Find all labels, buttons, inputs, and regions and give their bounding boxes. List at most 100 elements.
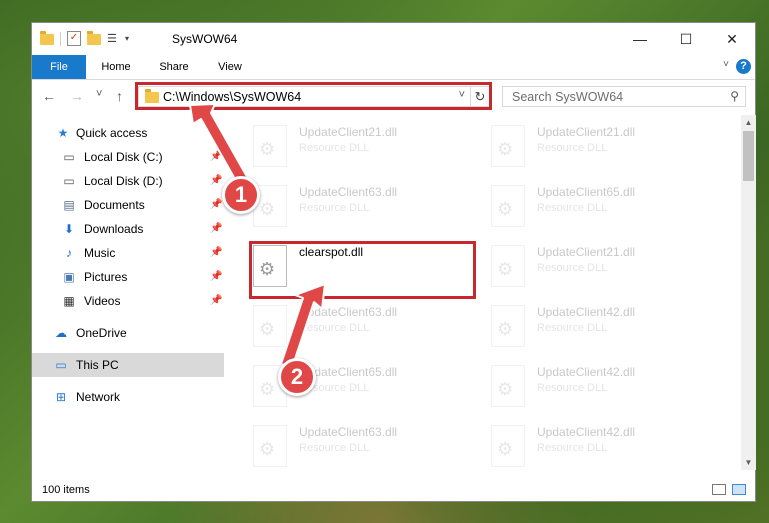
documents-icon: ▤ — [63, 198, 75, 212]
pin-icon[interactable]: 📌 — [210, 289, 222, 313]
dll-file-icon — [253, 425, 287, 467]
file-item[interactable]: UpdateClient21.dll Resource DLL — [225, 119, 455, 175]
chevron-down-icon[interactable]: ▾ — [125, 33, 137, 45]
address-highlight-box — [135, 82, 492, 110]
dll-file-icon — [491, 425, 525, 467]
item-count: 100 items — [42, 484, 90, 496]
downloads-icon: ⬇ — [63, 222, 75, 236]
forward-button[interactable]: → — [70, 88, 84, 104]
file-name: UpdateClient63.dll — [299, 185, 398, 199]
step-2-badge: 2 — [278, 358, 316, 396]
file-name: UpdateClient63.dll — [299, 305, 398, 319]
file-item[interactable]: UpdateClient42.dll Resource DLL — [463, 419, 693, 470]
file-list: UpdateClient21.dll Resource DLL UpdateCl… — [225, 115, 740, 470]
sidebar-item-network[interactable]: ⊞ Network — [32, 385, 224, 409]
file-name: UpdateClient65.dll — [537, 185, 636, 199]
sidebar-item-label: Local Disk (C:) — [84, 150, 163, 164]
file-name: UpdateClient21.dll — [537, 245, 636, 259]
file-highlight-box — [249, 241, 476, 299]
dll-file-icon — [491, 185, 525, 227]
close-button[interactable]: ✕ — [709, 23, 755, 55]
scroll-down-icon[interactable]: ▼ — [741, 455, 756, 470]
file-name: UpdateClient63.dll — [299, 425, 398, 439]
ribbon-tabs: File Home Share View ˅ ? — [32, 55, 755, 80]
sidebar-item-local-disk-c[interactable]: ▭ Local Disk (C:) 📌 — [32, 145, 224, 169]
pin-icon[interactable]: 📌 — [210, 265, 222, 289]
file-type: Resource DLL — [299, 322, 370, 334]
file-item[interactable]: UpdateClient63.dll Resource DLL — [225, 419, 455, 470]
file-type: Resource DLL — [537, 142, 608, 154]
tab-home[interactable]: Home — [90, 55, 142, 79]
file-type: Resource DLL — [299, 442, 370, 454]
sidebar-item-videos[interactable]: ▦ Videos 📌 — [32, 289, 224, 313]
file-type: Resource DLL — [299, 142, 370, 154]
pin-icon[interactable]: 📌 — [210, 169, 222, 193]
sidebar-item-label: Downloads — [84, 222, 144, 236]
navigation-bar: ← → ˅ ↑ C:\Windows\SysWOW64 ˅ ↻ Search S… — [32, 80, 755, 114]
step-1-badge: 1 — [222, 176, 260, 214]
maximize-button[interactable]: ☐ — [663, 23, 709, 55]
sidebar-item-label: Documents — [84, 198, 145, 212]
sidebar-item-quick-access[interactable]: ★ Quick access — [32, 121, 224, 145]
file-type: Resource DLL — [537, 322, 608, 334]
pin-icon[interactable]: 📌 — [210, 217, 222, 241]
large-icons-view-icon[interactable] — [732, 484, 746, 495]
customize-toolbar-icon[interactable]: ☰ — [107, 33, 119, 45]
explorer-window: ✓ ☰ ▾ SysWOW64 — ☐ ✕ File Home Share Vie… — [31, 22, 756, 502]
tab-share[interactable]: Share — [148, 55, 200, 79]
file-name: UpdateClient42.dll — [537, 425, 636, 439]
sidebar-item-downloads[interactable]: ⬇ Downloads 📌 — [32, 217, 224, 241]
tab-view[interactable]: View — [206, 55, 254, 79]
dll-file-icon — [491, 365, 525, 407]
file-type: Resource DLL — [537, 202, 608, 214]
back-button[interactable]: ← — [42, 88, 56, 104]
vertical-scrollbar[interactable]: ▲ ▼ — [741, 115, 756, 470]
file-item[interactable]: UpdateClient65.dll Resource DLL — [463, 179, 693, 235]
sidebar-item-label: Music — [84, 246, 116, 260]
dll-file-icon — [253, 305, 287, 347]
dll-file-icon — [253, 125, 287, 167]
folder-icon — [40, 31, 54, 45]
pin-icon[interactable]: 📌 — [210, 241, 222, 265]
status-bar: 100 items — [32, 478, 755, 502]
tab-file[interactable]: File — [32, 55, 86, 79]
sidebar-item-documents[interactable]: ▤ Documents 📌 — [32, 193, 224, 217]
help-icon[interactable]: ? — [736, 59, 751, 74]
cloud-icon: ☁ — [55, 326, 67, 340]
videos-icon: ▦ — [63, 294, 75, 308]
window-title: SysWOW64 — [172, 32, 238, 46]
sidebar-item-label: OneDrive — [76, 326, 127, 340]
sidebar-item-pictures[interactable]: ▣ Pictures 📌 — [32, 265, 224, 289]
sidebar-item-label: Quick access — [76, 126, 148, 140]
dll-file-icon — [491, 125, 525, 167]
details-view-icon[interactable] — [712, 484, 726, 495]
computer-icon: ▭ — [55, 358, 67, 372]
search-field[interactable]: Search SysWOW64 ⚲ — [502, 86, 746, 107]
recent-locations-button[interactable]: ˅ — [96, 88, 102, 100]
file-item[interactable]: UpdateClient63.dll Resource DLL — [225, 299, 455, 355]
up-button[interactable]: ↑ — [116, 88, 123, 104]
sidebar-item-this-pc[interactable]: ▭ This PC — [32, 353, 224, 377]
new-folder-icon[interactable] — [87, 31, 101, 45]
pin-icon[interactable]: 📌 — [210, 145, 222, 169]
file-item[interactable]: UpdateClient63.dll Resource DLL — [225, 179, 455, 235]
scroll-up-icon[interactable]: ▲ — [741, 115, 756, 130]
search-icon[interactable]: ⚲ — [730, 89, 739, 103]
pin-icon[interactable]: 📌 — [210, 193, 222, 217]
search-placeholder: Search SysWOW64 — [512, 90, 624, 104]
expand-ribbon-icon[interactable]: ˅ — [723, 59, 729, 70]
dll-file-icon — [491, 305, 525, 347]
sidebar-item-local-disk-d[interactable]: ▭ Local Disk (D:) 📌 — [32, 169, 224, 193]
file-name: UpdateClient42.dll — [537, 305, 636, 319]
file-item[interactable]: UpdateClient42.dll Resource DLL — [463, 299, 693, 355]
file-item[interactable]: UpdateClient65.dll Resource DLL — [225, 359, 455, 415]
minimize-button[interactable]: — — [617, 23, 663, 55]
file-item[interactable]: UpdateClient42.dll Resource DLL — [463, 359, 693, 415]
file-item[interactable]: UpdateClient21.dll Resource DLL — [463, 239, 693, 295]
sidebar-item-onedrive[interactable]: ☁ OneDrive — [32, 321, 224, 345]
music-icon: ♪ — [66, 246, 72, 260]
scroll-thumb[interactable] — [743, 131, 754, 181]
properties-check-icon[interactable]: ✓ — [67, 31, 81, 46]
sidebar-item-music[interactable]: ♪ Music 📌 — [32, 241, 224, 265]
file-item[interactable]: UpdateClient21.dll Resource DLL — [463, 119, 693, 175]
